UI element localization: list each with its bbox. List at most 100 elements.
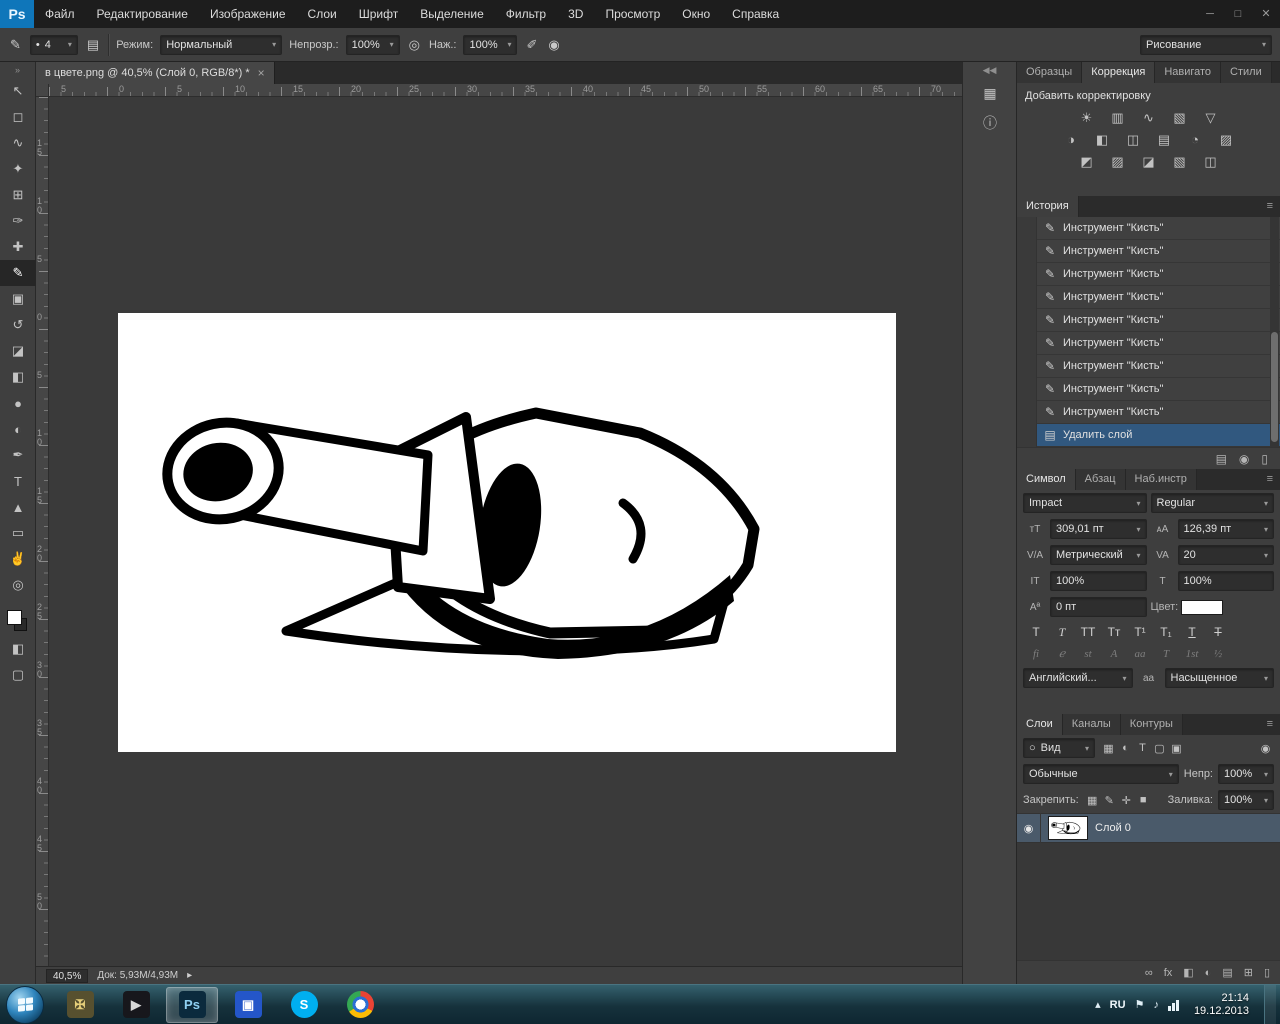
- taskbar-app-game[interactable]: ✠: [54, 987, 106, 1023]
- taskbar-app-media-player[interactable]: ▶: [110, 987, 162, 1023]
- vertical-ruler[interactable]: 1 5 1 0 5 0 5 1 0 1 5 2 0 2 5 3 0 3 5 4 0 4 5 5 0: [36, 97, 49, 966]
- panel-tab[interactable]: Коррекция: [1082, 62, 1156, 83]
- shape-tool[interactable]: ▭: [0, 520, 36, 546]
- delete-layer-icon[interactable]: ▯: [1264, 966, 1270, 979]
- adjustment-icon[interactable]: ▧: [1169, 153, 1191, 171]
- menu-item[interactable]: Фильтр: [495, 0, 557, 28]
- dock-expand-icon[interactable]: ◀◀: [963, 62, 1016, 78]
- menu-item[interactable]: Изображение: [199, 0, 297, 28]
- marquee-tool[interactable]: ◻: [0, 104, 36, 130]
- history-source-checkbox[interactable]: [1017, 377, 1037, 401]
- airbrush-mode-icon[interactable]: ✐: [524, 37, 539, 53]
- menu-item[interactable]: Файл: [34, 0, 86, 28]
- opentype-button[interactable]: T: [1153, 645, 1179, 663]
- crop-tool[interactable]: ⊞: [0, 182, 36, 208]
- panel-menu-icon[interactable]: ≡: [1260, 714, 1280, 735]
- filter-pixel-layers-icon[interactable]: ▦: [1100, 742, 1117, 755]
- delete-state-icon[interactable]: ▯: [1261, 452, 1268, 466]
- brush-panel-toggle-icon[interactable]: ▤: [85, 37, 101, 53]
- foreground-color-swatch[interactable]: [7, 610, 22, 625]
- panel-tab[interactable]: Навигато: [1155, 62, 1222, 83]
- minimize-button[interactable]: ─: [1196, 0, 1224, 28]
- brush-size-picker[interactable]: • 4 ▾: [29, 34, 78, 55]
- baseline-shift-field[interactable]: 0 пт: [1050, 597, 1147, 617]
- blend-mode-select[interactable]: Нормальный ▾: [160, 34, 283, 55]
- volume-icon[interactable]: ♪: [1153, 999, 1159, 1011]
- opentype-button[interactable]: 1st: [1179, 645, 1205, 663]
- history-state-row[interactable]: ✎ Инструмент "Кисть": [1017, 354, 1280, 378]
- toolbar-collapse-icon[interactable]: »: [0, 62, 35, 78]
- layer-thumbnail[interactable]: [1048, 816, 1088, 840]
- opentype-button[interactable]: ½: [1205, 645, 1231, 663]
- text-style-button[interactable]: T: [1023, 622, 1049, 641]
- taskbar-clock[interactable]: 21:14 19.12.2013: [1188, 992, 1255, 1018]
- zoom-tool[interactable]: ◎: [0, 572, 36, 598]
- zoom-level-field[interactable]: 40,5%: [46, 968, 89, 983]
- panel-tab[interactable]: Абзац: [1075, 469, 1126, 490]
- layer-visibility-toggle[interactable]: ◉: [1017, 813, 1041, 843]
- adjustment-icon[interactable]: ▨: [1215, 131, 1237, 149]
- hidden-icons-arrow[interactable]: ▴: [1095, 998, 1101, 1011]
- history-state-row[interactable]: ✎ Инструмент "Кисть": [1017, 262, 1280, 286]
- opentype-button[interactable]: ℯ: [1049, 645, 1075, 663]
- adjustment-icon[interactable]: ▽: [1200, 109, 1222, 127]
- taskbar-app-chrome[interactable]: [334, 987, 386, 1023]
- history-brush-tool[interactable]: ↺: [0, 312, 36, 338]
- text-style-button[interactable]: T₁: [1153, 622, 1179, 641]
- flow-select[interactable]: 100% ▾: [463, 34, 518, 55]
- history-source-checkbox[interactable]: [1017, 400, 1037, 424]
- adjustment-icon[interactable]: ◧: [1091, 131, 1113, 149]
- font-style-select[interactable]: Regular ▾: [1150, 493, 1274, 513]
- menu-item[interactable]: Просмотр: [594, 0, 671, 28]
- color-swatches[interactable]: [0, 606, 36, 636]
- layer-fill-select[interactable]: 100% ▾: [1218, 790, 1274, 810]
- menu-item[interactable]: Выделение: [409, 0, 495, 28]
- adjustment-layer-icon[interactable]: ◐: [1205, 967, 1212, 979]
- show-desktop-button[interactable]: [1264, 984, 1276, 1024]
- opentype-button[interactable]: A: [1101, 645, 1127, 663]
- leading-select[interactable]: 126,39 пт ▾: [1177, 519, 1274, 539]
- vertical-scale-field[interactable]: 100%: [1050, 571, 1147, 591]
- text-style-button[interactable]: T: [1049, 622, 1075, 641]
- opentype-button[interactable]: fi: [1023, 645, 1049, 663]
- adjustment-icon[interactable]: ∿: [1138, 109, 1160, 127]
- history-source-checkbox[interactable]: [1017, 239, 1037, 263]
- start-button[interactable]: [6, 985, 44, 1024]
- adjustment-icon[interactable]: ◫: [1122, 131, 1144, 149]
- filter-smart-objects-icon[interactable]: ▣: [1168, 742, 1185, 755]
- eyedropper-tool[interactable]: ✑: [0, 208, 36, 234]
- canvas-image[interactable]: [118, 313, 896, 752]
- screen-mode-icon[interactable]: ▢: [0, 662, 36, 688]
- status-options-arrow-icon[interactable]: ▸: [187, 970, 192, 981]
- move-tool[interactable]: ↖: [0, 78, 36, 104]
- menu-item[interactable]: Окно: [671, 0, 721, 28]
- close-button[interactable]: ✕: [1252, 0, 1280, 28]
- menu-item[interactable]: 3D: [557, 0, 594, 28]
- layer-opacity-select[interactable]: 100% ▾: [1218, 764, 1274, 784]
- history-source-checkbox[interactable]: [1017, 217, 1037, 240]
- font-size-select[interactable]: 309,01 пт ▾: [1050, 519, 1147, 539]
- workspace-select[interactable]: Рисование ▾: [1140, 34, 1272, 55]
- history-source-checkbox[interactable]: [1017, 354, 1037, 378]
- layer-group-icon[interactable]: ▤: [1222, 966, 1232, 979]
- text-color-swatch[interactable]: [1181, 599, 1224, 615]
- panel-tab[interactable]: Каналы: [1062, 714, 1121, 735]
- taskbar-app-skype[interactable]: S: [278, 987, 330, 1023]
- panel-tab[interactable]: Образцы: [1017, 62, 1083, 83]
- text-style-button[interactable]: T¹: [1127, 622, 1153, 641]
- history-source-checkbox[interactable]: [1017, 308, 1037, 332]
- adjustment-icon[interactable]: ◫: [1200, 153, 1222, 171]
- filter-adjustment-layers-icon[interactable]: ◐: [1117, 742, 1134, 755]
- menu-item[interactable]: Редактирование: [86, 0, 199, 28]
- info-panel-icon[interactable]: ⓘ: [963, 108, 1017, 138]
- lock-all-icon[interactable]: ■: [1135, 794, 1152, 807]
- quick-selection-tool[interactable]: ✦: [0, 156, 36, 182]
- quick-mask-icon[interactable]: ◧: [0, 636, 36, 662]
- eraser-tool[interactable]: ◪: [0, 338, 36, 364]
- horizontal-scale-field[interactable]: 100%: [1177, 571, 1274, 591]
- kerning-select[interactable]: Метрический ▾: [1050, 545, 1147, 565]
- gradient-tool[interactable]: ◧: [0, 364, 36, 390]
- layer-mask-icon[interactable]: ◧: [1183, 966, 1193, 979]
- hand-tool[interactable]: ✌: [0, 546, 36, 572]
- adjustment-icon[interactable]: ▤: [1153, 131, 1175, 149]
